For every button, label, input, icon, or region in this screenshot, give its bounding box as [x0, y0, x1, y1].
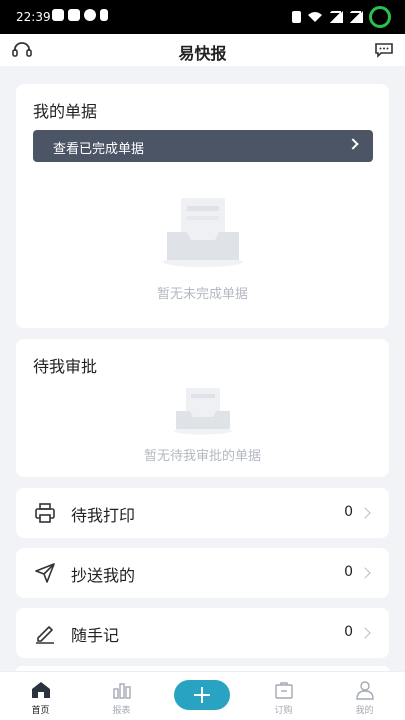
view-completed-button[interactable]: 查看已完成单据	[33, 130, 373, 162]
tab-mine[interactable]: 我的	[324, 672, 405, 720]
printer-icon	[35, 503, 55, 523]
status-time: 22:39	[16, 10, 51, 24]
signal-icon	[329, 11, 343, 23]
home-icon	[32, 682, 50, 698]
chevron-right-icon	[347, 138, 359, 150]
notification-icons	[52, 9, 108, 21]
tab-reports[interactable]: 报表	[81, 672, 162, 720]
chat-notification-icon	[52, 9, 64, 21]
signal-2-icon	[349, 11, 363, 23]
list-item-cc-to-me[interactable]: 抄送我的 0	[16, 548, 389, 598]
chevron-right-icon	[359, 567, 371, 579]
tab-label: 订购	[274, 706, 293, 716]
pending-approval-empty-text: 暂无待我审批的单据	[143, 449, 261, 464]
vibrate-icon	[292, 11, 301, 23]
list-item-quick-note[interactable]: 随手记 0	[16, 608, 389, 658]
list-item-count: 0	[344, 504, 353, 520]
bag-icon	[275, 682, 293, 699]
empty-inbox-icon	[163, 198, 243, 267]
empty-inbox-small-icon	[174, 388, 232, 435]
message-icon[interactable]	[375, 42, 393, 58]
usb-icon	[100, 9, 108, 21]
page-title: 易快报	[178, 44, 227, 63]
tab-label: 首页	[31, 706, 50, 716]
battery-ring-icon	[369, 6, 391, 28]
tab-label: 报表	[112, 706, 131, 716]
list-item-label: 随手记	[71, 626, 120, 645]
my-documents-card: 我的单据 查看已完成单据 暂无未完成单据	[16, 84, 389, 328]
tab-label: 我的	[355, 706, 374, 716]
check-notification-icon	[84, 9, 96, 21]
chevron-right-icon	[359, 627, 371, 639]
status-bar: 22:39	[0, 0, 405, 34]
mail-notification-icon	[68, 9, 80, 21]
chevron-right-icon	[359, 507, 371, 519]
list-item-pending-print[interactable]: 待我打印 0	[16, 488, 389, 538]
view-completed-label: 查看已完成单据	[53, 142, 145, 157]
system-icons	[292, 6, 391, 28]
tab-order[interactable]: 订购	[243, 672, 324, 720]
tab-home[interactable]: 首页	[0, 672, 81, 720]
list-item-count: 0	[344, 624, 353, 640]
app-header: 易快报	[0, 34, 405, 66]
list-item-label: 抄送我的	[71, 566, 136, 585]
my-documents-empty-text: 暂无未完成单据	[156, 287, 248, 302]
user-icon	[356, 681, 374, 700]
chart-icon	[113, 683, 131, 699]
pending-approval-card: 待我审批 暂无待我审批的单据	[16, 339, 389, 477]
my-documents-title: 我的单据	[33, 102, 98, 121]
wifi-icon	[308, 12, 322, 22]
add-button[interactable]	[174, 680, 230, 710]
bottom-tab-bar: 首页 报表 订购 我的	[0, 671, 405, 720]
send-icon	[35, 563, 55, 583]
list-item-label: 待我打印	[71, 506, 136, 525]
pen-icon	[36, 626, 54, 644]
list-item-count: 0	[344, 564, 353, 580]
pending-approval-title: 待我审批	[33, 357, 98, 376]
